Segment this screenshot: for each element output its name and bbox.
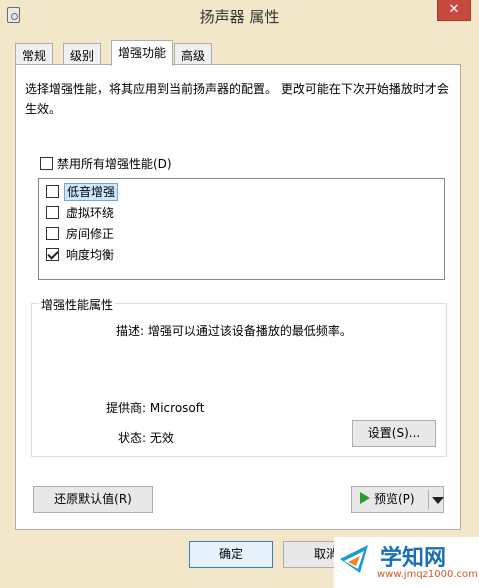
disable-all-label: 禁用所有增强性能(D) [57, 157, 172, 171]
virtual-surround-checkbox[interactable] [46, 206, 59, 219]
enhancement-properties-group: 增强性能属性 描述: 增强可以通过该设备播放的最低频率。 提供商: Micros… [31, 296, 447, 457]
preview-button-label: 预览(P) [374, 492, 415, 506]
settings-button[interactable]: 设置(S)... [352, 420, 436, 447]
bass-boost-checkbox[interactable] [46, 185, 59, 198]
properties-group-title: 增强性能属性 [39, 296, 116, 313]
enhancements-description: 选择增强性能，将其应用到当前扬声器的配置。 更改可能在下次开始播放时才会生效。 [25, 82, 449, 116]
site-watermark: 学知网 www.jmqz1000.com [334, 537, 479, 588]
ok-button[interactable]: 确定 [189, 541, 273, 568]
virtual-surround-label: 虚拟环绕 [66, 206, 115, 220]
property-description: 描述: 增强可以通过该设备播放的最低频率。 [116, 324, 352, 338]
enhancements-panel: 选择增强性能，将其应用到当前扬声器的配置。 更改可能在下次开始播放时才会生效。 … [15, 64, 461, 530]
list-item-bass-boost[interactable]: 低音增强 [46, 183, 119, 203]
watermark-title: 学知网 [380, 546, 447, 571]
tab-advanced[interactable]: 高级 [174, 43, 213, 65]
disable-all-checkbox[interactable]: 禁用所有增强性能(D) [40, 155, 172, 172]
tab-levels[interactable]: 级别 [63, 43, 102, 65]
property-provider: 提供商: Microsoft [106, 401, 205, 415]
bass-boost-label: 低音增强 [64, 183, 119, 201]
loudness-equalization-checkbox[interactable] [46, 248, 59, 261]
preview-split-button[interactable]: 预览(P) [351, 486, 444, 513]
enhancements-list[interactable]: 低音增强 虚拟环绕 房间修正 响度均衡 [38, 178, 445, 280]
room-correction-label: 房间修正 [66, 227, 115, 241]
tab-general[interactable]: 常规 [15, 43, 54, 65]
window-title: 扬声器 属性 [199, 8, 280, 26]
loudness-equalization-label: 响度均衡 [66, 248, 115, 262]
list-item-virtual-surround[interactable]: 虚拟环绕 [46, 204, 116, 224]
room-correction-checkbox[interactable] [46, 227, 59, 240]
title-bar: 扬声器 属性 ✕ [0, 0, 479, 31]
property-status: 状态: 无效 [118, 431, 174, 445]
chevron-down-icon[interactable] [432, 497, 444, 504]
watermark-logo-icon [340, 545, 368, 573]
tab-enhancements[interactable]: 增强功能 [111, 40, 174, 66]
disable-all-checkbox-box[interactable] [40, 157, 53, 170]
play-icon [360, 492, 370, 504]
restore-defaults-button[interactable]: 还原默认值(R) [33, 486, 153, 513]
list-item-room-correction[interactable]: 房间修正 [46, 225, 116, 245]
close-button[interactable]: ✕ [437, 0, 471, 21]
list-item-loudness-equalization[interactable]: 响度均衡 [46, 246, 116, 266]
watermark-url: www.jmqz1000.com [377, 569, 478, 580]
split-divider [428, 490, 429, 509]
